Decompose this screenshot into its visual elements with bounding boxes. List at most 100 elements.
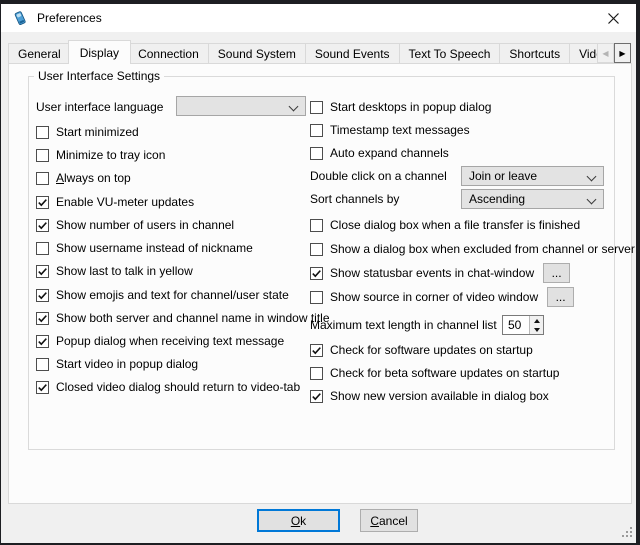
- window-border-left: [0, 0, 1, 545]
- checkbox-label[interactable]: Popup dialog when receiving text message: [56, 334, 284, 348]
- checkbox[interactable]: [310, 390, 323, 403]
- checkmark-icon: [311, 345, 322, 356]
- app-icon: [11, 9, 29, 27]
- scroll-left-icon: ◀: [602, 49, 608, 58]
- combo-label: Sort channels by: [310, 192, 399, 206]
- group-title: User Interface Settings: [34, 69, 164, 83]
- spin-arrows[interactable]: [529, 316, 543, 334]
- checkbox[interactable]: [36, 172, 49, 185]
- checkbox-label[interactable]: Close dialog box when a file transfer is…: [330, 218, 580, 232]
- spin-value: 50: [503, 316, 529, 334]
- preferences-dialog: Preferences GeneralDisplayConnectionSoun…: [0, 0, 640, 545]
- checkbox-label[interactable]: Check for software updates on startup: [330, 343, 533, 357]
- checkbox-row: Show username instead of nickname: [36, 238, 253, 258]
- checkbox[interactable]: [310, 367, 323, 380]
- resize-grip-icon[interactable]: [621, 527, 634, 540]
- checkmark-icon: [37, 220, 48, 231]
- checkbox-row: Show a dialog box when excluded from cha…: [310, 239, 635, 259]
- spin-row: Maximum text length in channel list 50: [310, 315, 497, 335]
- checkbox-label[interactable]: Show both server and channel name in win…: [56, 311, 330, 325]
- checkbox-label[interactable]: Start video in popup dialog: [56, 357, 198, 371]
- checkbox-label[interactable]: Timestamp text messages: [330, 123, 470, 137]
- checkbox-label[interactable]: Show statusbar events in chat-window: [330, 266, 534, 280]
- checkbox-row: Show number of users in channel: [36, 215, 234, 235]
- checkbox-row: Show both server and channel name in win…: [36, 308, 330, 328]
- checkbox-label[interactable]: Show last to talk in yellow: [56, 264, 193, 278]
- tab-general[interactable]: General: [8, 43, 71, 63]
- combobox[interactable]: Join or leave: [461, 166, 604, 186]
- checkbox[interactable]: [36, 358, 49, 371]
- checkbox-row: Show last to talk in yellow: [36, 261, 193, 281]
- tab-text-to-speech[interactable]: Text To Speech: [399, 43, 501, 63]
- checkmark-icon: [37, 266, 48, 277]
- tab-sound-events[interactable]: Sound Events: [305, 43, 400, 63]
- checkbox-label[interactable]: Show number of users in channel: [56, 218, 234, 232]
- checkbox-row: Check for software updates on startup: [310, 340, 533, 360]
- checkbox-label[interactable]: Always on top: [56, 171, 131, 185]
- checkbox-row: Show statusbar events in chat-window ...: [310, 263, 570, 283]
- language-combobox[interactable]: [176, 96, 306, 116]
- checkbox[interactable]: [36, 381, 49, 394]
- checkbox[interactable]: [310, 291, 323, 304]
- checkbox[interactable]: [36, 126, 49, 139]
- checkbox[interactable]: [36, 219, 49, 232]
- tab-shortcuts[interactable]: Shortcuts: [499, 43, 570, 63]
- checkbox-label[interactable]: Auto expand channels: [330, 146, 449, 160]
- checkbox-row: Show source in corner of video window ..…: [310, 287, 574, 307]
- checkbox[interactable]: [310, 147, 323, 160]
- checkbox[interactable]: [310, 219, 323, 232]
- checkbox-row: Auto expand channels: [310, 143, 449, 163]
- checkbox[interactable]: [36, 149, 49, 162]
- checkbox-label[interactable]: Show a dialog box when excluded from cha…: [330, 242, 635, 256]
- spin-label: Maximum text length in channel list: [310, 318, 497, 332]
- browse-button[interactable]: ...: [543, 263, 570, 283]
- tab-video[interactable]: Video: [569, 43, 597, 63]
- checkbox[interactable]: [36, 196, 49, 209]
- checkbox[interactable]: [310, 101, 323, 114]
- tab-connection[interactable]: Connection: [128, 43, 209, 63]
- checkbox-label[interactable]: Show new version available in dialog box: [330, 389, 549, 403]
- spin-up-icon[interactable]: [534, 319, 540, 323]
- checkbox-row: Start video in popup dialog: [36, 354, 198, 374]
- browse-button[interactable]: ...: [547, 287, 574, 307]
- checkbox-label[interactable]: Closed video dialog should return to vid…: [56, 380, 300, 394]
- checkbox[interactable]: [36, 242, 49, 255]
- checkbox[interactable]: [36, 312, 49, 325]
- checkmark-icon: [311, 268, 322, 279]
- checkbox[interactable]: [36, 289, 49, 302]
- checkbox-label[interactable]: Check for beta software updates on start…: [330, 366, 559, 380]
- checkmark-icon: [37, 313, 48, 324]
- checkbox-label[interactable]: Show source in corner of video window: [330, 290, 538, 304]
- spin-down-icon[interactable]: [534, 328, 540, 332]
- checkbox-label[interactable]: Start desktops in popup dialog: [330, 100, 491, 114]
- cancel-button[interactable]: Cancel: [360, 509, 418, 532]
- checkbox-label[interactable]: Enable VU-meter updates: [56, 195, 194, 209]
- checkbox-label[interactable]: Show username instead of nickname: [56, 241, 253, 255]
- checkbox-row: Show emojis and text for channel/user st…: [36, 285, 289, 305]
- ok-button[interactable]: Ok: [257, 509, 340, 532]
- checkbox-label[interactable]: Show emojis and text for channel/user st…: [56, 288, 289, 302]
- spinbox[interactable]: 50: [502, 315, 544, 335]
- combo-label: Double click on a channel: [310, 169, 447, 183]
- tab-display[interactable]: Display: [68, 40, 131, 64]
- checkbox[interactable]: [36, 335, 49, 348]
- tab-scroll-right-button[interactable]: ▶: [614, 43, 631, 63]
- checkbox[interactable]: [310, 344, 323, 357]
- chevron-down-icon: [587, 172, 597, 182]
- checkbox-row: Minimize to tray icon: [36, 145, 165, 165]
- checkbox[interactable]: [36, 265, 49, 278]
- close-button[interactable]: [591, 4, 636, 32]
- checkbox[interactable]: [310, 267, 323, 280]
- checkbox[interactable]: [310, 243, 323, 256]
- combobox[interactable]: Ascending: [461, 189, 604, 209]
- close-icon: [607, 12, 620, 25]
- tab-sound-system[interactable]: Sound System: [208, 43, 306, 63]
- scroll-right-icon: ▶: [619, 49, 625, 58]
- checkbox-row: Always on top: [36, 168, 131, 188]
- checkbox-row: Check for beta software updates on start…: [310, 363, 559, 383]
- checkbox-label[interactable]: Minimize to tray icon: [56, 148, 165, 162]
- tab-scroll-left-button[interactable]: ◀: [597, 43, 614, 63]
- checkbox[interactable]: [310, 124, 323, 137]
- checkmark-icon: [37, 197, 48, 208]
- checkbox-label[interactable]: Start minimized: [56, 125, 139, 139]
